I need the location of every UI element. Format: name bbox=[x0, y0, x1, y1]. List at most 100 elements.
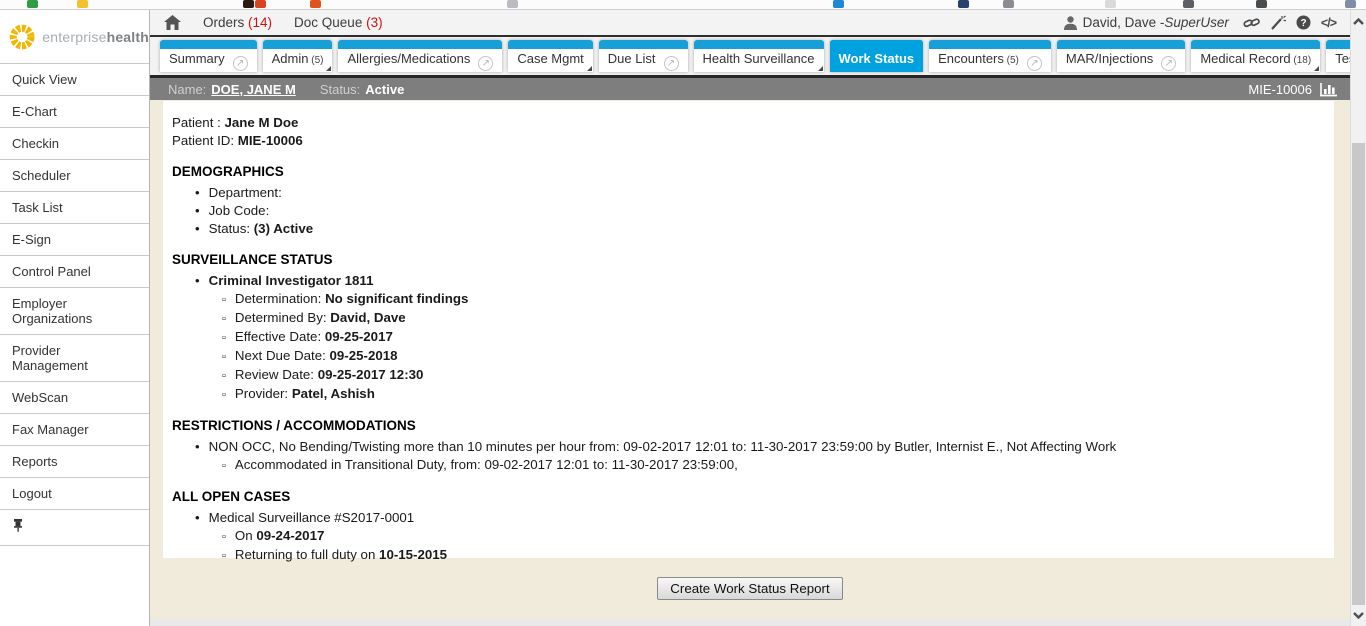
tab-label: Work Status bbox=[839, 51, 915, 66]
logo-part-enterprise: enterprise bbox=[42, 29, 106, 45]
tab-case-mgmt[interactable]: Case Mgmt bbox=[508, 40, 592, 72]
sub-bullet-icon: ▫ bbox=[222, 389, 226, 401]
header-nav-orders[interactable]: Orders (14) bbox=[203, 15, 272, 30]
external-link-icon: ↗ bbox=[233, 56, 248, 71]
header-nav-label: Doc Queue bbox=[294, 15, 366, 30]
sub-list-item: ▫Determination: No significant findings bbox=[172, 290, 1324, 309]
sidebar-item-checkin[interactable]: Checkin bbox=[0, 128, 149, 160]
code-icon[interactable]: </> bbox=[1321, 16, 1336, 30]
patient-header-bar: Name: DOE, JANE M Status: Active MIE-100… bbox=[150, 78, 1350, 100]
sidebar-item-e-chart[interactable]: E-Chart bbox=[0, 96, 149, 128]
header-nav: Orders (14) Doc Queue (3) bbox=[203, 15, 405, 30]
tab-admin[interactable]: Admin (5) bbox=[263, 40, 333, 72]
header-nav-doc-queue[interactable]: Doc Queue (3) bbox=[294, 15, 383, 30]
sidebar-item-quick-view[interactable]: Quick View bbox=[0, 64, 149, 96]
favicon-fragment bbox=[1003, 0, 1014, 8]
user-name: David, Dave - bbox=[1083, 15, 1165, 30]
sunflower-logo-icon bbox=[8, 21, 36, 53]
dropdown-indicator-icon bbox=[818, 66, 823, 71]
sub-bullet-icon: ▫ bbox=[222, 332, 226, 344]
pushpin-icon[interactable] bbox=[12, 518, 24, 532]
vertical-scrollbar[interactable] bbox=[1350, 10, 1366, 626]
create-work-status-report-button[interactable]: Create Work Status Report bbox=[657, 577, 842, 600]
external-link-icon: ↗ bbox=[1161, 56, 1176, 71]
sidebar-item-logout[interactable]: Logout bbox=[0, 478, 149, 510]
favicon-fragment bbox=[1345, 0, 1356, 8]
sidebar-item-fax-manager[interactable]: Fax Manager bbox=[0, 414, 149, 446]
patient-mrn: MIE-10006 bbox=[1248, 82, 1312, 97]
scrollbar-thumb[interactable] bbox=[1352, 143, 1365, 605]
bullet-icon: • bbox=[195, 185, 200, 200]
logo-part-health: health bbox=[107, 29, 149, 45]
tab-due-list[interactable]: Due List↗ bbox=[599, 40, 688, 72]
link-icon[interactable] bbox=[1243, 16, 1260, 30]
tab-label: Case Mgmt bbox=[517, 51, 583, 66]
browser-tab-strip bbox=[0, 0, 1366, 10]
favicon-fragment bbox=[1183, 0, 1194, 8]
tab-health-surveillance[interactable]: Health Surveillance bbox=[694, 40, 824, 72]
sidebar-item-webscan[interactable]: WebScan bbox=[0, 382, 149, 414]
dropdown-indicator-icon bbox=[587, 66, 592, 71]
tab-encounters[interactable]: Encounters (5)↗ bbox=[929, 40, 1051, 72]
bullet-icon: • bbox=[195, 203, 200, 218]
tab-allergies-medications[interactable]: Allergies/Medications↗ bbox=[338, 40, 502, 72]
tab-work-status[interactable]: Work Status bbox=[830, 40, 924, 72]
list-item: •Status: (3) Active bbox=[172, 220, 1324, 238]
scroll-down-button[interactable] bbox=[1351, 606, 1366, 624]
sidebar-item-scheduler[interactable]: Scheduler bbox=[0, 160, 149, 192]
chevron-up-icon bbox=[1353, 18, 1364, 25]
sidebar-item-employer-organizations[interactable]: Employer Organizations bbox=[0, 288, 149, 335]
tab-mar-injections[interactable]: MAR/Injections↗ bbox=[1057, 40, 1185, 72]
user-icon bbox=[1063, 15, 1078, 30]
list-item: •Department: bbox=[172, 184, 1324, 202]
sub-list-item: ▫Accommodated in Transitional Duty, from… bbox=[172, 456, 1324, 475]
sub-list-item: ▫Determined By: David, Dave bbox=[172, 309, 1324, 328]
tab-summary[interactable]: Summary↗ bbox=[160, 40, 257, 72]
top-header-bar: Orders (14) Doc Queue (3) David, Dave - S… bbox=[150, 10, 1350, 37]
favicon-fragment bbox=[1105, 0, 1116, 8]
svg-text:?: ? bbox=[1300, 18, 1306, 29]
sub-bullet-icon: ▫ bbox=[222, 531, 226, 543]
name-label: Name: bbox=[168, 82, 206, 97]
list-item: •Criminal Investigator 1811 bbox=[172, 272, 1324, 290]
external-link-icon: ↗ bbox=[478, 56, 493, 71]
bullet-icon: • bbox=[195, 221, 200, 236]
scroll-up-button[interactable] bbox=[1351, 12, 1366, 30]
bullet-icon: • bbox=[195, 439, 200, 454]
bottom-strip bbox=[150, 619, 1350, 626]
sidebar-nav: Quick ViewE-ChartCheckinSchedulerTask Li… bbox=[0, 64, 149, 510]
wand-icon[interactable] bbox=[1270, 15, 1286, 30]
favicon-fragment bbox=[77, 0, 88, 8]
section-title-restrictions-accommodations: RESTRICTIONS / ACCOMMODATIONS bbox=[172, 417, 1324, 435]
user-menu[interactable]: David, Dave - SuperUser bbox=[1063, 15, 1229, 30]
tab-medical-record[interactable]: Medical Record (18) bbox=[1191, 40, 1320, 72]
patient-line: Patient : Jane M Doe bbox=[172, 114, 1324, 132]
list-item: •Medical Surveillance #S2017-0001 bbox=[172, 509, 1324, 527]
chart-icon[interactable] bbox=[1320, 82, 1338, 97]
home-button[interactable] bbox=[164, 15, 181, 30]
sidebar-item-provider-management[interactable]: Provider Management bbox=[0, 335, 149, 382]
sidebar-item-control-panel[interactable]: Control Panel bbox=[0, 256, 149, 288]
sub-list-item: ▫Returning to full duty on 10-15-2015 bbox=[172, 546, 1324, 565]
patient-name-link[interactable]: DOE, JANE M bbox=[211, 82, 296, 97]
sidebar-item-reports[interactable]: Reports bbox=[0, 446, 149, 478]
sidebar-pin-row bbox=[0, 510, 149, 546]
tab-count: (5) bbox=[308, 55, 323, 66]
sub-list-item: ▫Next Due Date: 09-25-2018 bbox=[172, 347, 1324, 366]
sidebar-item-e-sign[interactable]: E-Sign bbox=[0, 224, 149, 256]
chevron-down-icon bbox=[1353, 612, 1364, 619]
work-status-content: Patient : Jane M Doe Patient ID: MIE-100… bbox=[150, 100, 1350, 626]
sub-list-item: ▫Provider: Patel, Ashish bbox=[172, 385, 1324, 404]
home-icon bbox=[164, 15, 181, 30]
tab-label: Admin bbox=[272, 51, 309, 66]
sub-list-item: ▫Effective Date: 09-25-2017 bbox=[172, 328, 1324, 347]
tab-count: (5) bbox=[1004, 55, 1019, 66]
section-title-surveillance-status: SURVEILLANCE STATUS bbox=[172, 251, 1324, 269]
bullet-icon: • bbox=[195, 510, 200, 525]
sub-bullet-icon: ▫ bbox=[222, 460, 226, 472]
list-item: •NON OCC, No Bending/Twisting more than … bbox=[172, 438, 1324, 456]
enterprise-health-logo[interactable]: enterprisehealth bbox=[0, 10, 149, 64]
help-icon[interactable]: ? bbox=[1296, 15, 1311, 30]
sidebar-item-task-list[interactable]: Task List bbox=[0, 192, 149, 224]
favicon-fragment bbox=[310, 0, 321, 8]
